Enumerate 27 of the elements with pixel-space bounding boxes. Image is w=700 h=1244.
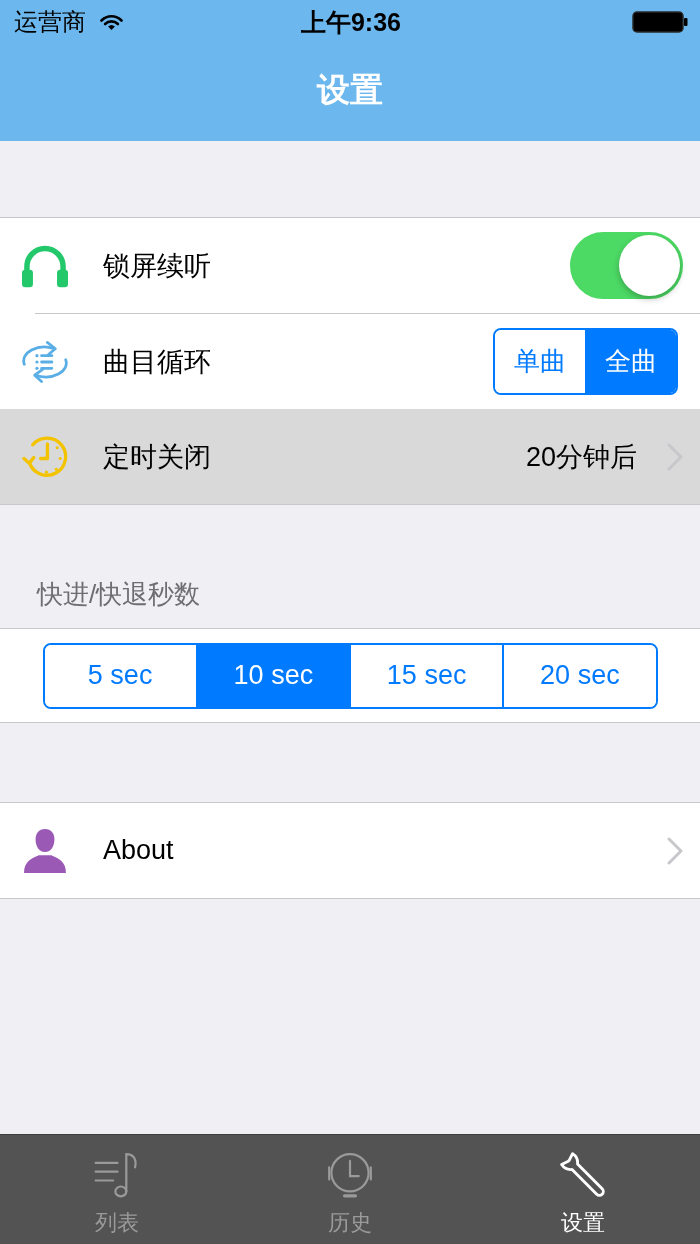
tab-button[interactable]: 历史 xyxy=(233,1135,467,1244)
section-header: 快进/快退秒数 xyxy=(37,578,201,611)
toggle-switch[interactable] xyxy=(570,232,683,299)
row-label: 曲目循环 xyxy=(103,345,212,379)
row-value: 20分钟后 xyxy=(525,440,637,474)
status-time: 上午9:36 xyxy=(300,6,401,38)
repeat-list-icon xyxy=(22,339,68,384)
music-list-icon xyxy=(93,1152,140,1198)
wifi-icon xyxy=(100,13,123,31)
timer-clock-icon xyxy=(22,434,68,479)
row-label: 锁屏续听 xyxy=(103,249,212,283)
carrier-name: 运营商 xyxy=(14,7,86,37)
clock-headset-icon xyxy=(327,1152,373,1198)
chevron-icon xyxy=(667,836,683,865)
tab-button[interactable]: 列表 xyxy=(0,1135,234,1244)
tab-button[interactable]: 设置 xyxy=(466,1135,700,1244)
wrench-icon xyxy=(560,1152,607,1198)
battery-icon xyxy=(632,11,688,33)
segment-button[interactable]: 20 sec xyxy=(502,644,656,707)
headphones-icon xyxy=(22,243,68,288)
nav-title: 设置 xyxy=(317,70,383,110)
row-label: 定时关闭 xyxy=(103,440,212,474)
settings-row[interactable]: 定时关闭 20分钟后 xyxy=(0,409,700,504)
segment-button[interactable]: 全曲 xyxy=(584,330,676,393)
person-icon xyxy=(22,828,68,873)
row-label: About xyxy=(103,835,175,866)
segment-button[interactable]: 10 sec xyxy=(195,644,349,707)
